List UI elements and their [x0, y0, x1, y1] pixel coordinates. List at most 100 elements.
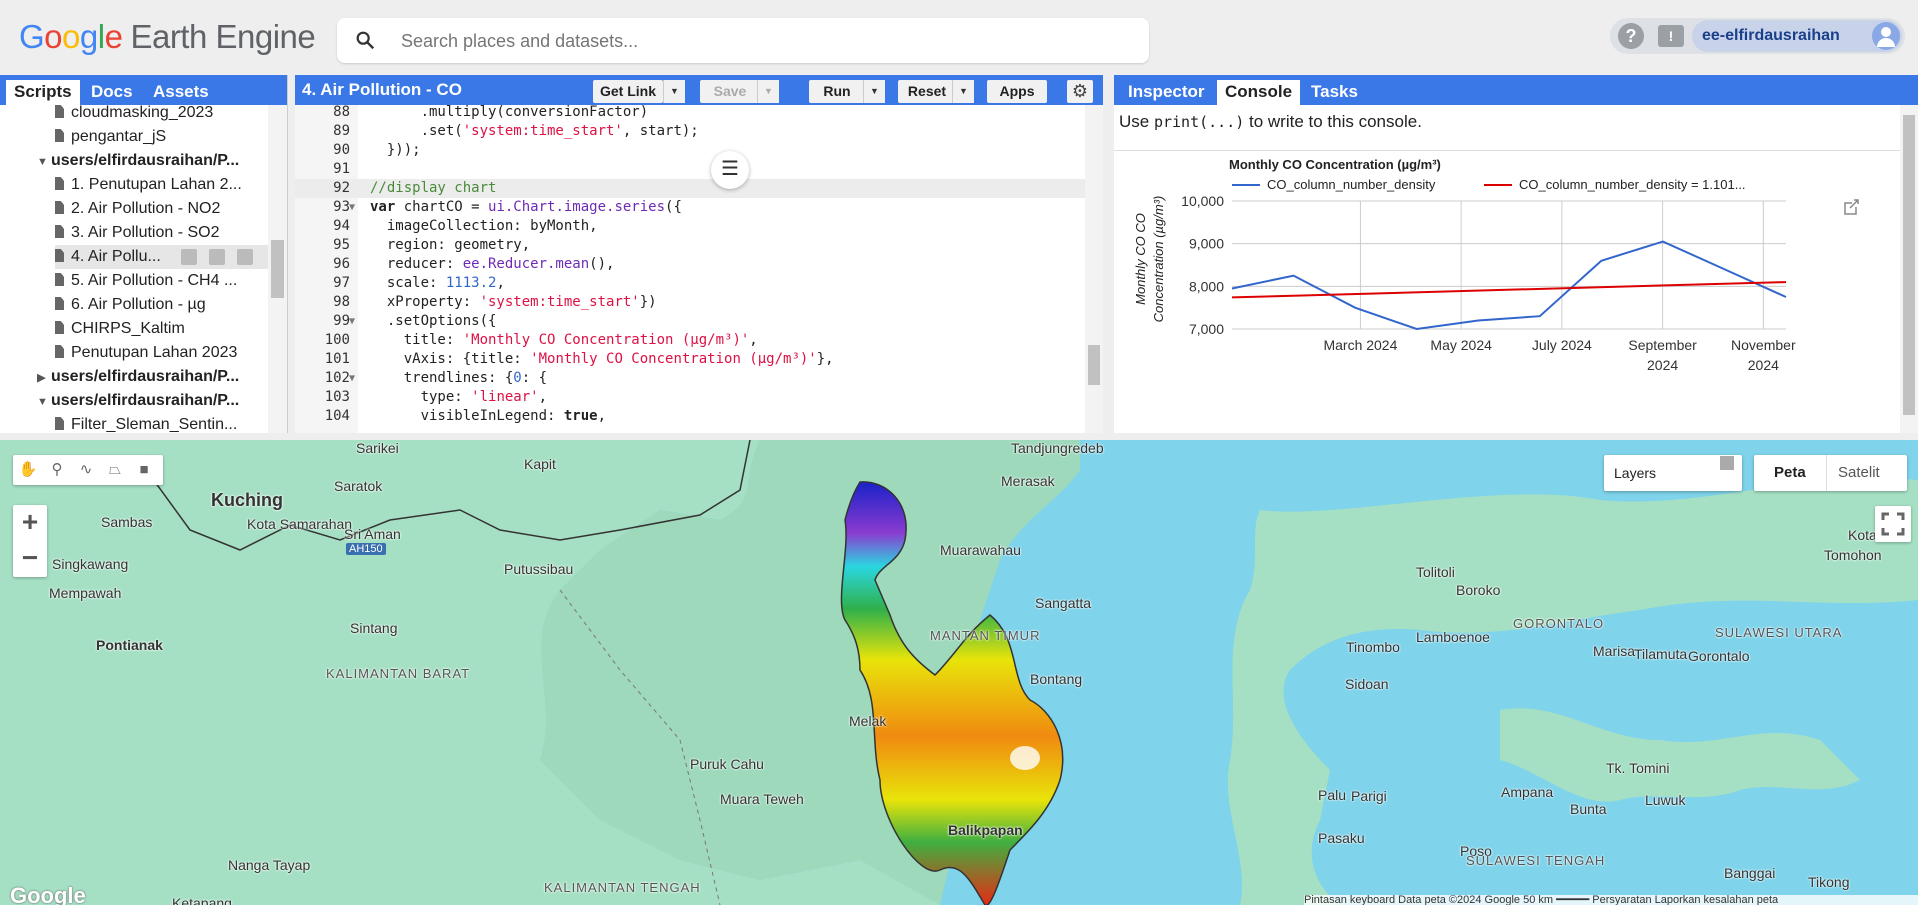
map[interactable]: Sarikei Kapit Tandjungredeb Kuching Saratok M… — [0, 440, 1918, 905]
map-place-label: GORONTALO — [1513, 616, 1605, 631]
reset-button[interactable]: Reset — [898, 80, 956, 103]
get-link-button[interactable]: Get Link — [593, 80, 663, 103]
scroll-thumb[interactable] — [1903, 115, 1915, 415]
gear-icon[interactable]: ⚙ — [1067, 80, 1093, 103]
outline-icon[interactable]: ☰ — [711, 151, 749, 189]
avatar-icon — [1872, 22, 1900, 50]
tree-file[interactable]: 2. Air Pollution - NO2 — [55, 197, 268, 221]
tree-item-label: pengantar_jS — [71, 128, 167, 145]
chevron-down-icon[interactable]: ▼ — [37, 150, 51, 173]
code-line[interactable]: 89 .set('system:time_start', start); — [295, 122, 1085, 141]
map-place-label: AH150 — [346, 543, 386, 555]
panel-splitter[interactable] — [0, 433, 1918, 440]
code-line[interactable]: 91 — [295, 160, 1085, 179]
legend-label: CO_column_number_density — [1267, 177, 1436, 192]
help-icon[interactable]: ? — [1618, 23, 1644, 49]
fullscreen-icon[interactable] — [1875, 506, 1911, 542]
polygon-icon[interactable]: ⏢ — [103, 459, 127, 481]
code-line[interactable]: 93 ▼ var chartCO = ui.Chart.image.series({ — [295, 198, 1085, 217]
map-place-label: Pontianak — [96, 637, 163, 653]
tree-file[interactable]: 1. Penutupan Lahan 2... — [55, 173, 268, 197]
code-line[interactable]: 94 imageCollection: byMonth, — [295, 217, 1085, 236]
tree-file[interactable]: Penutupan Lahan 2023 — [55, 341, 268, 365]
console-scrollbar[interactable] — [1900, 105, 1918, 433]
user-menu[interactable]: ee-elfirdausraihan — [1692, 20, 1902, 52]
run-button[interactable]: Run — [809, 80, 865, 103]
search-bar[interactable] — [337, 18, 1149, 63]
delete-icon[interactable] — [237, 249, 253, 265]
code-line[interactable]: 103 type: 'linear', — [295, 388, 1085, 407]
tree-file[interactable]: cloudmasking_2023 — [55, 105, 268, 125]
search-input[interactable] — [401, 28, 1121, 54]
scroll-thumb[interactable] — [271, 240, 284, 298]
tree-file[interactable]: 6. Air Pollution - µg — [55, 293, 268, 317]
run-dropdown-icon[interactable]: ▼ — [863, 80, 885, 103]
history-icon[interactable] — [181, 249, 197, 265]
code-line[interactable]: 100 title: 'Monthly CO Concentration (µg… — [295, 331, 1085, 350]
code-line[interactable]: 99 ▼ .setOptions({ — [295, 312, 1085, 331]
tree-file[interactable]: Filter_Sleman_Sentin... — [55, 413, 268, 433]
apps-button[interactable]: Apps — [987, 80, 1047, 103]
tree-file[interactable]: 4. Air Pollu... — [55, 245, 268, 269]
feedback-icon[interactable]: ! — [1658, 25, 1684, 47]
code-line[interactable]: 95 region: geometry, — [295, 236, 1085, 255]
tab-scripts[interactable]: Scripts — [6, 80, 80, 105]
save-dropdown-icon[interactable]: ▼ — [757, 80, 779, 103]
code-line[interactable]: 97 scale: 1113.2, — [295, 274, 1085, 293]
code-line[interactable]: 104 visibleInLegend: true, — [295, 407, 1085, 426]
tree-file[interactable]: CHIRPS_Kaltim — [55, 317, 268, 341]
open-external-icon[interactable] — [1844, 199, 1859, 215]
tree-folder[interactable]: ▼ users/elfirdausraihan/P... — [37, 389, 268, 413]
marker-icon[interactable]: ⚲ — [45, 459, 69, 481]
code-line[interactable]: 98 xProperty: 'system:time_start'}) — [295, 293, 1085, 312]
zoom-in-button[interactable]: + — [13, 505, 47, 541]
get-link-dropdown-icon[interactable]: ▼ — [663, 80, 685, 103]
rectangle-icon[interactable]: ■ — [132, 459, 156, 481]
map-place-label: Banggai — [1724, 865, 1776, 881]
zoom-out-button[interactable]: − — [13, 541, 47, 577]
save-button[interactable]: Save — [700, 80, 760, 103]
hand-icon[interactable]: ✋ — [16, 459, 40, 481]
code-line[interactable]: 90 })); — [295, 141, 1085, 160]
tab-tasks[interactable]: Tasks — [1303, 80, 1366, 105]
map-place-label: Merasak — [1001, 473, 1055, 489]
map-attribution[interactable]: Pintasan keyboard Data peta ©2024 Google… — [1304, 895, 1918, 905]
chevron-right-icon[interactable]: ▶ — [37, 366, 51, 389]
code-line[interactable]: 88 .multiply(conversionFactor) — [295, 105, 1085, 122]
tree-file[interactable]: pengantar_jS — [55, 125, 268, 149]
code-line[interactable]: 92 //display chart — [295, 179, 1085, 198]
tree-item-label: 2. Air Pollution - NO2 — [71, 200, 221, 217]
x-tick-label: May 2024 — [1430, 337, 1492, 353]
tree-scrollbar[interactable] — [268, 105, 287, 433]
edit-icon[interactable] — [209, 249, 225, 265]
console-output: Use print(...) to write to this console.… — [1114, 105, 1900, 433]
fold-icon[interactable]: ▼ — [349, 369, 355, 388]
layers-button[interactable]: Layers — [1604, 455, 1742, 491]
tree-folder[interactable]: ▼ users/elfirdausraihan/P... — [37, 149, 268, 173]
editor-scrollbar[interactable] — [1085, 105, 1103, 433]
layers-toggle-icon[interactable] — [1720, 456, 1734, 470]
tab-assets[interactable]: Assets — [145, 80, 217, 105]
map-place-label: Kuching — [211, 490, 283, 510]
reset-dropdown-icon[interactable]: ▼ — [952, 80, 974, 103]
map-type-peta[interactable]: Peta — [1774, 455, 1806, 491]
line-icon[interactable]: ∿ — [74, 459, 98, 481]
scroll-thumb[interactable] — [1088, 345, 1100, 385]
tab-docs[interactable]: Docs — [83, 80, 141, 105]
tree-file[interactable]: 3. Air Pollution - SO2 — [55, 221, 268, 245]
tree-folder[interactable]: ▶ users/elfirdausraihan/P... — [37, 365, 268, 389]
map-place-label: Sidoan — [1345, 676, 1389, 692]
code-line[interactable]: 101 vAxis: {title: 'Monthly CO Concentra… — [295, 350, 1085, 369]
chevron-down-icon[interactable]: ▼ — [37, 390, 51, 413]
map-type-satelit[interactable]: Satelit — [1838, 455, 1880, 491]
line-number: 102 — [324, 370, 350, 386]
fold-icon[interactable]: ▼ — [349, 312, 355, 331]
code-area[interactable]: 88 .multiply(conversionFactor) 89 .set('s… — [295, 105, 1085, 433]
earth-engine-logo[interactable]: Google Earth Engine — [19, 18, 316, 56]
tree-file[interactable]: 5. Air Pollution - CH4 ... — [55, 269, 268, 293]
code-line[interactable]: 102 ▼ trendlines: {0: { — [295, 369, 1085, 388]
tab-inspector[interactable]: Inspector — [1120, 80, 1213, 105]
fold-icon[interactable]: ▼ — [349, 198, 355, 217]
code-line[interactable]: 96 reducer: ee.Reducer.mean(), — [295, 255, 1085, 274]
tab-console[interactable]: Console — [1217, 80, 1301, 105]
